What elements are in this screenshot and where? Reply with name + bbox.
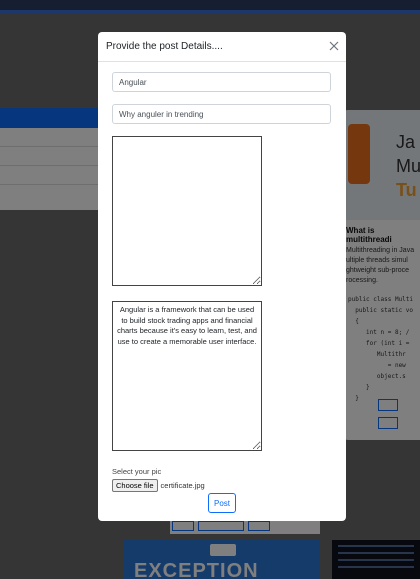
post-content-textarea[interactable]: Angular is a framework that can be used …: [112, 301, 262, 451]
modal-header: Provide the post Details....: [98, 32, 346, 62]
file-input[interactable]: Choose file certificate.jpg: [112, 478, 205, 492]
post-subtitle-input[interactable]: [112, 104, 331, 124]
close-icon[interactable]: [328, 40, 340, 52]
select-pic-label: Select your pic: [112, 467, 162, 476]
choose-file-button[interactable]: Choose file: [112, 478, 158, 492]
post-details-modal: Provide the post Details.... Angular is …: [98, 32, 346, 521]
post-description-textarea[interactable]: [112, 136, 262, 286]
modal-title: Provide the post Details....: [106, 41, 223, 52]
post-title-input[interactable]: [112, 72, 331, 92]
selected-file-name: certificate.jpg: [160, 480, 205, 490]
post-button[interactable]: Post: [208, 493, 236, 513]
